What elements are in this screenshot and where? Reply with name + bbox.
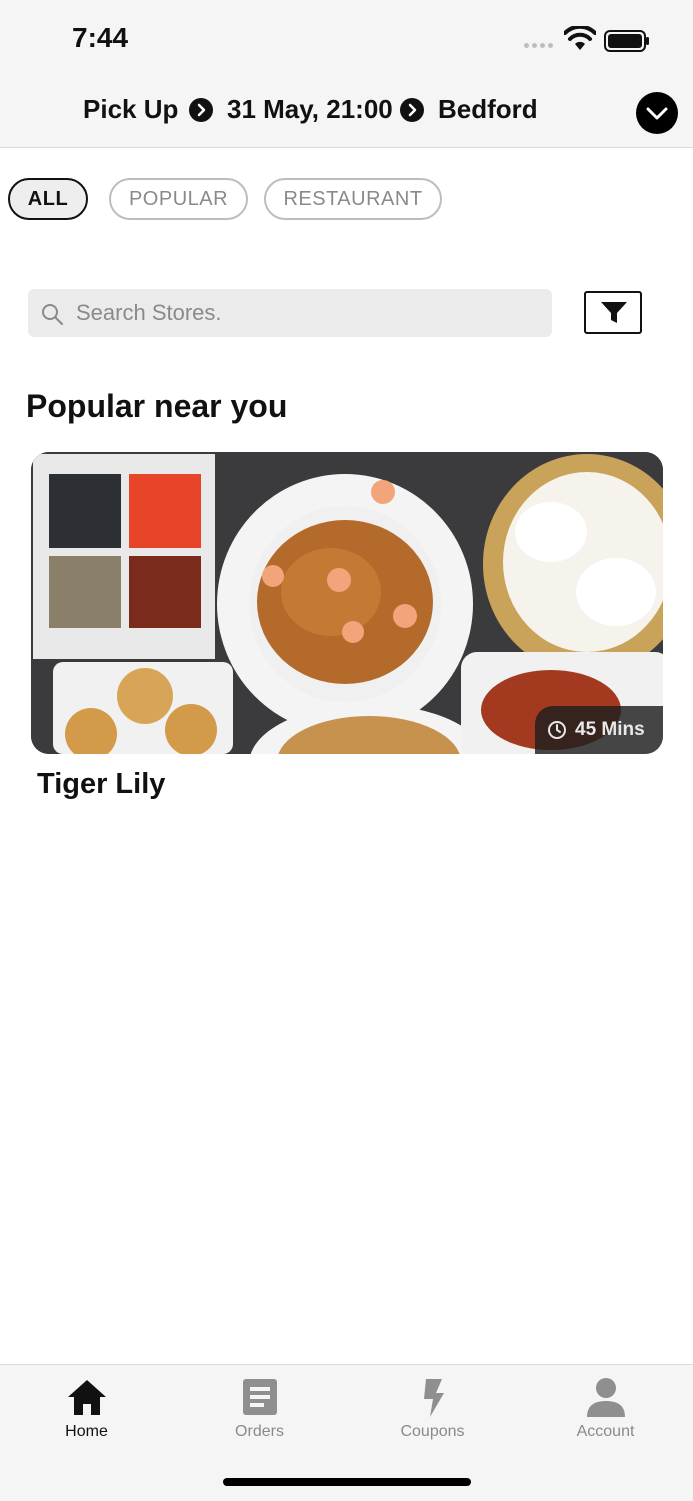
home-indicator xyxy=(223,1478,471,1486)
pickup-location-label[interactable]: Bedford xyxy=(438,94,538,125)
chip-restaurant[interactable]: RESTAURANT xyxy=(264,178,442,220)
order-context-bar[interactable]: Pick Up 31 May, 21:00 Bedford xyxy=(0,92,693,132)
status-icons xyxy=(522,26,652,56)
search-input[interactable]: Search Stores. xyxy=(28,289,552,337)
store-name[interactable]: Tiger Lily xyxy=(37,768,165,801)
context-dropdown-button[interactable] xyxy=(636,92,678,134)
orders-icon xyxy=(243,1379,277,1415)
filter-icon xyxy=(601,302,627,323)
account-icon xyxy=(587,1378,625,1417)
chevron-right-icon xyxy=(400,98,424,122)
header: 7:44 Pick Up 31 May, 21:00 Bedford xyxy=(0,0,693,148)
tab-label: Home xyxy=(65,1423,108,1440)
tab-orders[interactable]: Orders xyxy=(173,1365,346,1455)
clock-icon xyxy=(548,721,566,739)
eta-text: 45 Mins xyxy=(575,719,645,740)
eta-badge: 45 Mins xyxy=(535,706,663,754)
home-icon xyxy=(68,1380,106,1415)
wifi-icon xyxy=(564,26,596,50)
filter-button[interactable] xyxy=(584,291,642,334)
signal-icon xyxy=(524,43,553,48)
pickup-mode-label[interactable]: Pick Up xyxy=(83,94,178,125)
tab-account[interactable]: Account xyxy=(519,1365,692,1455)
chip-all[interactable]: ALL xyxy=(8,178,88,220)
tab-label: Account xyxy=(576,1423,635,1440)
search-placeholder: Search Stores. xyxy=(76,300,222,325)
tab-home[interactable]: Home xyxy=(0,1365,173,1455)
tab-label: Orders xyxy=(235,1423,284,1440)
battery-icon xyxy=(604,30,649,52)
store-card-image[interactable]: 45 Mins xyxy=(31,452,663,754)
coupons-icon xyxy=(424,1379,444,1417)
chip-popular[interactable]: POPULAR xyxy=(109,178,248,220)
status-time: 7:44 xyxy=(72,22,129,53)
tab-label: Coupons xyxy=(400,1423,465,1440)
section-title: Popular near you xyxy=(26,388,288,424)
search-icon xyxy=(42,304,63,325)
chevron-right-icon xyxy=(189,98,213,122)
pickup-datetime-label[interactable]: 31 May, 21:00 xyxy=(227,94,393,125)
tab-coupons[interactable]: Coupons xyxy=(346,1365,519,1455)
chevron-down-icon xyxy=(646,107,668,120)
